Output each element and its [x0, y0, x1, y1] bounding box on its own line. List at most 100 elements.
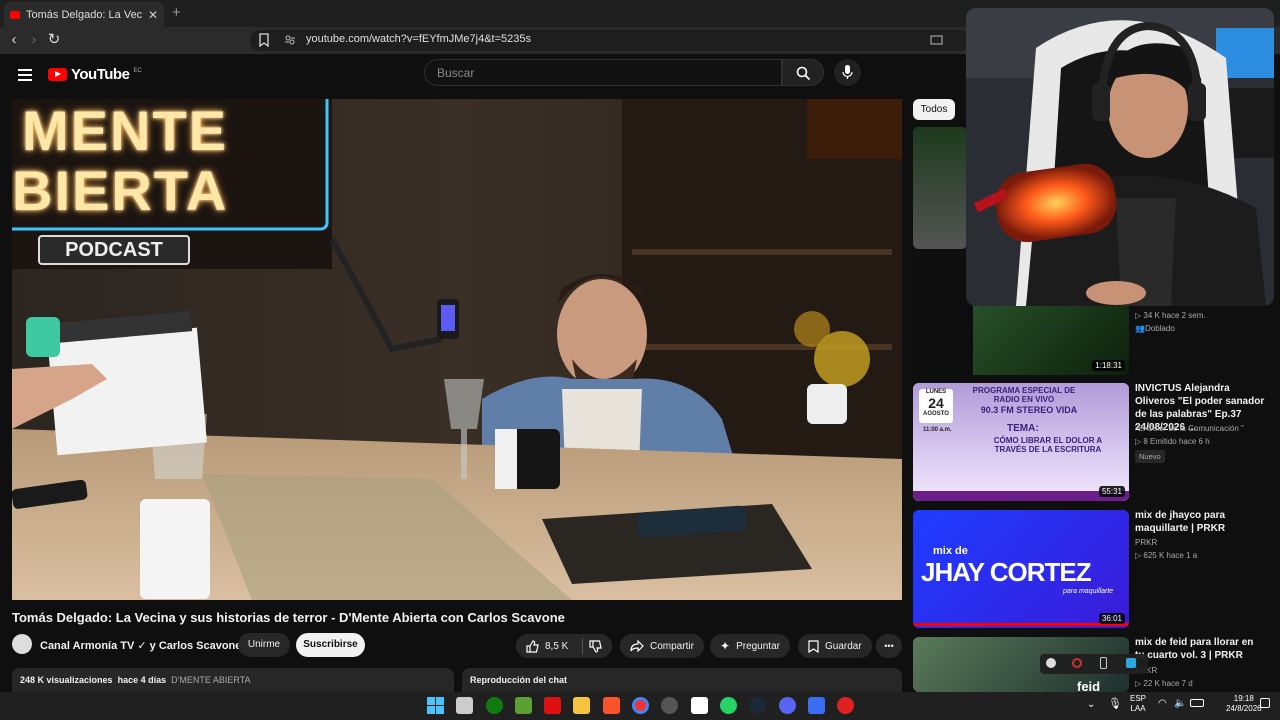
duration-badge: 36:01 [1098, 613, 1125, 624]
dubbed-label: Doblado [1144, 324, 1175, 333]
ask-button[interactable]: ✦ Preguntar [710, 634, 790, 658]
upload-age: hace 4 días [117, 675, 167, 685]
search-input[interactable]: Buscar [424, 59, 782, 86]
related-title[interactable]: mix de jhayco para maquillarte | PRKR [1135, 509, 1265, 535]
capcut-icon[interactable] [691, 697, 708, 714]
minecraft-icon[interactable] [515, 697, 532, 714]
reload-icon[interactable]: ↻ [46, 32, 62, 48]
back-arrow-icon[interactable]: ‹ [6, 32, 22, 48]
notifications-icon[interactable] [1260, 698, 1270, 708]
country-code: EC [133, 67, 142, 74]
menu-hamburger-icon[interactable] [18, 66, 32, 84]
chat-replay-panel[interactable]: Reproducción del chat [462, 668, 902, 692]
youtube-logo[interactable]: YouTube EC [48, 66, 142, 83]
bookmark-icon[interactable] [258, 33, 270, 47]
description-hashtag[interactable]: D'MENTE ABIERTA [171, 675, 250, 685]
duration-badge: 1:18:31 [1092, 360, 1125, 371]
recording-app-icon[interactable] [837, 697, 854, 714]
related-meta: ▷ 625 K hace 1 a [1135, 551, 1198, 560]
neon-sign-podcast: PODCAST [38, 235, 190, 265]
microphone-tray-icon[interactable]: 🎙 [1108, 697, 1122, 710]
dubbed-badge: 👥Doblado [1135, 324, 1175, 333]
clock-time: 19:18 [1233, 694, 1254, 703]
related-thumbnail-3[interactable]: mix de JHAY CORTEZ para maquillarte 36:0… [913, 510, 1129, 628]
related-thumbnail-partial-1[interactable] [913, 127, 967, 249]
windows-start-icon[interactable] [427, 697, 444, 714]
voice-search-button[interactable] [834, 59, 861, 86]
share-button[interactable]: Compartir [620, 634, 704, 658]
wifi-icon[interactable]: ◠ [1158, 698, 1167, 709]
save-label: Guardar [825, 640, 862, 652]
thumb-time: 11:00 a.m. [923, 427, 952, 433]
description-box[interactable]: 248 K visualizaciones hace 4 días D'MENT… [12, 668, 454, 692]
webcam-frame [966, 8, 1274, 306]
more-actions-button[interactable]: ••• [876, 634, 902, 658]
youtube-wordmark: YouTube [71, 66, 130, 83]
thumb-tema: TEMA: [1007, 423, 1039, 434]
tray-network-icon[interactable] [1126, 658, 1136, 668]
tray-app-icon[interactable] [1046, 658, 1056, 668]
webcam-overlay [966, 8, 1274, 306]
site-settings-icon[interactable] [284, 34, 296, 46]
discord-icon[interactable] [779, 697, 796, 714]
language-code: ESP [1130, 694, 1147, 703]
duration-badge: 55:31 [1098, 486, 1125, 497]
video-player[interactable]: MENTE BIERTA PODCAST [12, 99, 902, 600]
browser-tab-youtube[interactable]: Tomás Delgado: La Vecina y sus ✕ [4, 2, 164, 27]
save-button[interactable]: Guardar [798, 634, 872, 658]
related-meta-text: 8 Emitido hace 6 h [1143, 437, 1210, 446]
thumb-heading: PROGRAMA ESPECIAL DE RADIO EN VIVO [972, 386, 1076, 404]
share-label: Compartir [650, 640, 694, 652]
sparkle-icon: ✦ [720, 639, 731, 653]
view-count: 248 K visualizaciones [20, 675, 113, 685]
new-tab-button[interactable]: + [172, 4, 181, 21]
forward-arrow-icon[interactable]: › [26, 32, 42, 48]
new-badge: Nuevo [1135, 450, 1165, 463]
tray-chevron-icon[interactable]: ⌄ [1087, 699, 1095, 710]
save-bookmark-icon [808, 639, 819, 653]
youtube-play-icon [48, 68, 67, 81]
keyboard-layout: LAA [1130, 704, 1146, 713]
tab-close-icon[interactable]: ✕ [148, 8, 158, 22]
video-title: Tomás Delgado: La Vecina y sus historias… [12, 610, 565, 625]
search-button[interactable] [782, 59, 824, 86]
subscribe-button[interactable]: Suscribirse [296, 633, 365, 657]
channel-name[interactable]: Canal Armonía TV ✓ y Carlos Scavone [40, 639, 241, 652]
channel-avatar[interactable] [12, 634, 32, 654]
youtube-favicon-icon [10, 10, 20, 19]
related-channel[interactable]: "El Color de la Comunicación " [1135, 424, 1244, 433]
file-explorer-icon[interactable] [573, 697, 590, 714]
thumb-subtitle: para maquillarte [1063, 588, 1114, 595]
chip-all[interactable]: Todos [913, 99, 955, 120]
chrome-icon[interactable] [632, 697, 649, 714]
tray-record-icon[interactable] [1072, 658, 1082, 668]
thumbs-down-icon[interactable] [589, 639, 602, 653]
whatsapp-icon[interactable] [720, 697, 737, 714]
battery-icon[interactable] [1190, 699, 1204, 707]
volume-icon[interactable]: 🔈 [1174, 698, 1186, 709]
store-icon[interactable] [456, 697, 473, 714]
cast-icon[interactable] [930, 34, 944, 46]
microphone-icon [842, 65, 853, 79]
related-meta-text: 625 K hace 1 a [1143, 551, 1198, 560]
game-app-icon[interactable] [544, 697, 561, 714]
chatgpt-icon[interactable] [661, 697, 678, 714]
related-channel[interactable]: PRKR [1135, 538, 1157, 547]
language-indicator[interactable]: ESP LAA [1130, 694, 1146, 714]
thumb-feid-text: feid [1077, 679, 1101, 692]
chat-replay-label: Reproducción del chat [470, 675, 568, 685]
url-text: youtube.com/watch?v=fEYfmJMe7j4&t=5235s [306, 33, 532, 45]
related-title[interactable]: mix de feid para llorar en tu cuarto vol… [1135, 636, 1265, 662]
join-button[interactable]: Unirme [238, 633, 290, 657]
related-thumbnail-2[interactable]: PROGRAMA ESPECIAL DE RADIO EN VIVO 90.3 … [913, 383, 1129, 501]
related-meta-text: 22 K hace 7 d [1143, 679, 1193, 688]
like-button[interactable]: 8,5 K [516, 634, 612, 658]
related-meta: ▷ 34 K hace 2 sem. [1135, 311, 1206, 320]
app-icon[interactable] [808, 697, 825, 714]
brave-icon[interactable] [603, 697, 620, 714]
xbox-icon[interactable] [486, 697, 503, 714]
steam-icon[interactable] [749, 697, 766, 714]
tray-usb-icon[interactable] [1100, 657, 1107, 669]
system-clock[interactable]: 19:18 24/8/2026 [1226, 694, 1262, 714]
tray-popup [1040, 654, 1148, 674]
